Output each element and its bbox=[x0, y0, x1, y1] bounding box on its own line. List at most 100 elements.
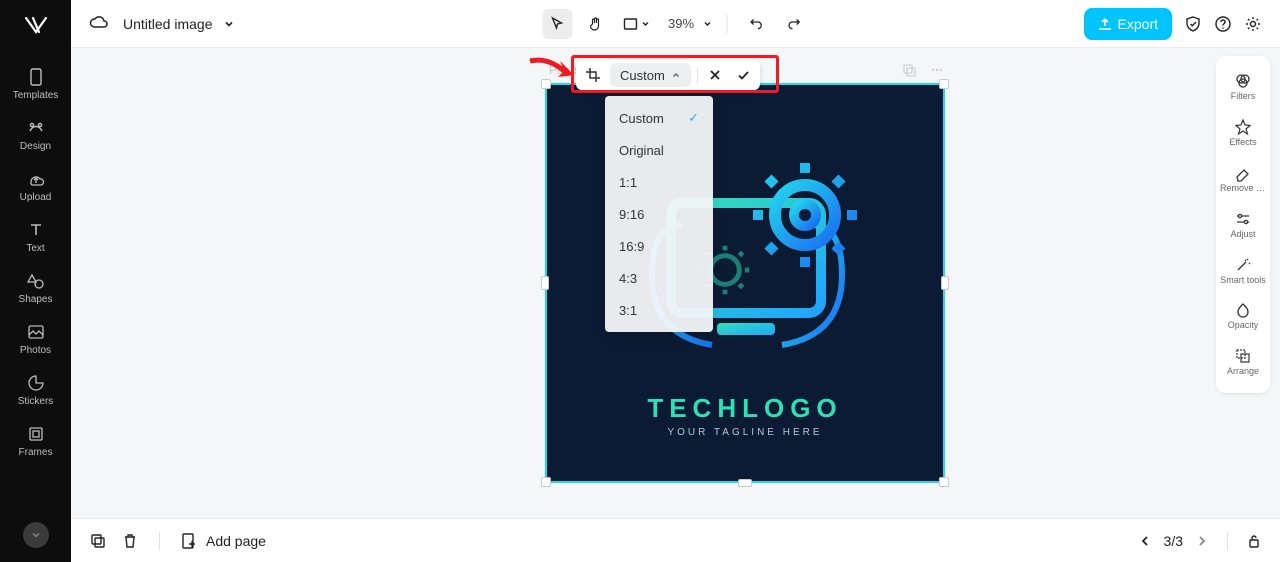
aspect-option-16-9[interactable]: 16:9 bbox=[605, 230, 713, 262]
export-label: Export bbox=[1118, 16, 1158, 32]
divider bbox=[159, 532, 160, 550]
rail-label: Stickers bbox=[18, 396, 54, 407]
panel-label: Opacity bbox=[1226, 321, 1261, 331]
pager: 3/3 bbox=[1138, 532, 1262, 550]
add-page-button[interactable]: Add page bbox=[180, 532, 266, 550]
delete-icon[interactable] bbox=[121, 532, 139, 550]
panel-label: Arrange bbox=[1225, 367, 1261, 377]
resize-handle-mb[interactable] bbox=[738, 479, 752, 487]
chevron-down-icon bbox=[702, 19, 712, 29]
redo-button[interactable] bbox=[779, 9, 809, 39]
panel-remove-bg[interactable]: Remove backgr... bbox=[1216, 156, 1270, 202]
panel-label: Adjust bbox=[1228, 230, 1257, 240]
more-icon[interactable] bbox=[929, 62, 945, 78]
aspect-option-1-1[interactable]: 1:1 bbox=[605, 166, 713, 198]
rail-photos[interactable]: Photos bbox=[0, 313, 71, 364]
help-icon[interactable] bbox=[1214, 15, 1232, 33]
rail-upload[interactable]: Upload bbox=[0, 160, 71, 211]
export-icon bbox=[1098, 17, 1112, 31]
duplicate-icon[interactable] bbox=[89, 532, 107, 550]
resize-handle-br[interactable] bbox=[939, 477, 949, 487]
shield-icon[interactable] bbox=[1184, 15, 1202, 33]
rail-label: Frames bbox=[19, 447, 53, 458]
panel-arrange[interactable]: Arrange bbox=[1216, 339, 1270, 385]
upload-icon bbox=[27, 170, 45, 188]
divider bbox=[697, 67, 698, 83]
panel-label: Smart tools bbox=[1218, 276, 1268, 286]
duplicate-page-icon[interactable] bbox=[901, 62, 917, 78]
check-icon: ✓ bbox=[688, 110, 699, 126]
stickers-icon bbox=[27, 374, 45, 392]
left-rail: Templates Design Upload Text Shapes Phot… bbox=[0, 0, 71, 562]
effects-icon bbox=[1234, 118, 1252, 136]
image-title: TECHLOGO bbox=[547, 393, 943, 424]
panel-smart-tools[interactable]: Smart tools bbox=[1216, 248, 1270, 294]
page-quick-actions bbox=[901, 62, 945, 78]
divider bbox=[726, 15, 727, 33]
add-page-label: Add page bbox=[206, 533, 266, 549]
undo-button[interactable] bbox=[741, 9, 771, 39]
option-label: 1:1 bbox=[619, 175, 637, 190]
app-logo[interactable] bbox=[19, 8, 53, 42]
rail-text[interactable]: Text bbox=[0, 211, 71, 262]
title-text: Untitled image bbox=[123, 16, 213, 32]
arrange-icon bbox=[1234, 347, 1252, 365]
panel-label: Effects bbox=[1227, 138, 1258, 148]
design-icon bbox=[27, 119, 45, 137]
resize-handle-ml[interactable] bbox=[541, 276, 549, 290]
settings-icon[interactable] bbox=[1244, 15, 1262, 33]
resize-handle-tr[interactable] bbox=[939, 79, 949, 89]
resize-menu[interactable] bbox=[618, 9, 654, 39]
add-page-icon bbox=[180, 532, 198, 550]
prev-page[interactable] bbox=[1138, 534, 1152, 548]
divider bbox=[1227, 532, 1228, 550]
rail-label: Photos bbox=[20, 345, 51, 356]
rail-label: Templates bbox=[13, 90, 59, 101]
panel-opacity[interactable]: Opacity bbox=[1216, 293, 1270, 339]
rail-label: Design bbox=[20, 141, 51, 152]
chevron-up-icon bbox=[671, 70, 681, 80]
lock-icon[interactable] bbox=[1246, 533, 1262, 549]
aspect-option-4-3[interactable]: 4:3 bbox=[605, 262, 713, 294]
crop-toolbar: Custom bbox=[576, 60, 760, 90]
avatar[interactable] bbox=[23, 522, 49, 548]
rail-shapes[interactable]: Shapes bbox=[0, 262, 71, 313]
chevron-down-icon bbox=[640, 19, 650, 29]
aspect-option-custom[interactable]: Custom ✓ bbox=[605, 102, 713, 134]
rail-design[interactable]: Design bbox=[0, 109, 71, 160]
opacity-icon bbox=[1234, 301, 1252, 319]
aspect-ratio-dropdown[interactable]: Custom bbox=[610, 63, 691, 87]
center-tool-group: 39% bbox=[542, 9, 809, 39]
rail-stickers[interactable]: Stickers bbox=[0, 364, 71, 415]
rail-label: Text bbox=[26, 243, 44, 254]
panel-label: Remove backgr... bbox=[1218, 184, 1268, 194]
templates-icon bbox=[27, 68, 45, 86]
select-tool[interactable] bbox=[542, 9, 572, 39]
cloud-sync-icon[interactable] bbox=[89, 14, 109, 34]
resize-handle-bl[interactable] bbox=[541, 477, 551, 487]
export-button[interactable]: Export bbox=[1084, 8, 1172, 40]
panel-adjust[interactable]: Adjust bbox=[1216, 202, 1270, 248]
hand-tool[interactable] bbox=[580, 9, 610, 39]
resize-handle-mr[interactable] bbox=[941, 276, 949, 290]
rail-label: Upload bbox=[20, 192, 52, 203]
aspect-option-3-1[interactable]: 3:1 bbox=[605, 294, 713, 326]
rail-templates[interactable]: Templates bbox=[0, 58, 71, 109]
aspect-option-original[interactable]: Original bbox=[605, 134, 713, 166]
crop-confirm[interactable] bbox=[732, 64, 754, 86]
zoom-display[interactable]: 39% bbox=[668, 16, 712, 31]
right-rail: Filters Effects Remove backgr... Adjust … bbox=[1216, 56, 1270, 393]
resize-handle-tl[interactable] bbox=[541, 79, 551, 89]
option-label: 9:16 bbox=[619, 207, 644, 222]
panel-filters[interactable]: Filters bbox=[1216, 64, 1270, 110]
aspect-ratio-menu: Custom ✓ Original 1:1 9:16 16:9 4:3 3:1 bbox=[605, 96, 713, 332]
shapes-icon bbox=[27, 272, 45, 290]
crop-cancel[interactable] bbox=[704, 64, 726, 86]
rail-frames[interactable]: Frames bbox=[0, 415, 71, 466]
option-label: Custom bbox=[619, 111, 664, 126]
panel-effects[interactable]: Effects bbox=[1216, 110, 1270, 156]
frames-icon bbox=[27, 425, 45, 443]
aspect-option-9-16[interactable]: 9:16 bbox=[605, 198, 713, 230]
next-page[interactable] bbox=[1195, 534, 1209, 548]
document-title[interactable]: Untitled image bbox=[123, 16, 235, 32]
